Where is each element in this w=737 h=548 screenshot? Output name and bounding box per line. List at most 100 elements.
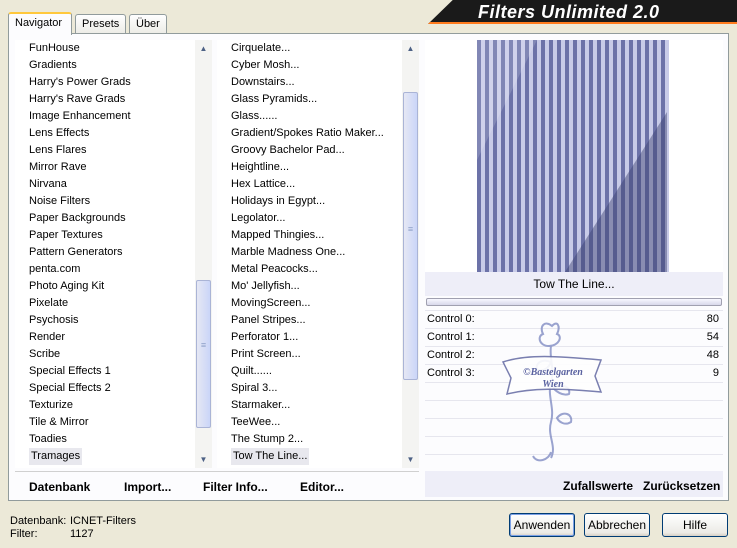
cancel-button-label: Abbrechen (587, 518, 647, 532)
filter-item[interactable]: Tow The Line... (231, 448, 399, 465)
control-value: 80 (706, 313, 719, 325)
filter-item[interactable]: Holidays in Egypt... (231, 193, 399, 210)
filter-item-label: Tow The Line... (231, 448, 310, 465)
filter-item[interactable]: MovingScreen... (231, 295, 399, 312)
category-item-label: Pixelate (29, 297, 69, 309)
reset-link[interactable]: Zurücksetzen (643, 479, 720, 493)
apply-button[interactable]: Anwenden (509, 513, 575, 537)
filter-count-value: 1127 (70, 528, 94, 540)
filter-item-label: Downstairs... (231, 76, 295, 88)
tab-presets[interactable]: Presets (75, 14, 126, 34)
category-item[interactable]: Nirvana (29, 176, 192, 193)
category-item-label: Paper Textures (29, 229, 103, 241)
filter-item[interactable]: Downstairs... (231, 74, 399, 91)
filter-item[interactable]: Glass...... (231, 108, 399, 125)
scroll-up-icon[interactable]: ▲ (402, 40, 419, 57)
category-item[interactable]: Photo Aging Kit (29, 278, 192, 295)
category-item[interactable]: Lens Effects (29, 125, 192, 142)
filter-name-text: Tow The Line... (533, 277, 615, 291)
filter-item[interactable]: Starmaker... (231, 397, 399, 414)
category-item-label: Gradients (29, 59, 77, 71)
category-item[interactable]: FunHouse (29, 40, 192, 57)
filter-item[interactable]: Spiral 3... (231, 380, 399, 397)
category-scrollbar[interactable]: ▲ ≡ ▼ (195, 40, 212, 468)
category-item[interactable]: Harry's Power Grads (29, 74, 192, 91)
category-item[interactable]: Paper Backgrounds (29, 210, 192, 227)
category-item[interactable]: Pattern Generators (29, 244, 192, 261)
category-item[interactable]: Psychosis (29, 312, 192, 329)
control-row[interactable]: Control 1: 54 (425, 328, 723, 346)
control-row[interactable]: Control 2: 48 (425, 346, 723, 364)
category-item[interactable]: Harry's Rave Grads (29, 91, 192, 108)
category-item[interactable]: Tile & Mirror (29, 414, 192, 431)
category-item-label: Image Enhancement (29, 110, 131, 122)
filter-item[interactable]: Panel Stripes... (231, 312, 399, 329)
category-item[interactable]: Texturize (29, 397, 192, 414)
scroll-up-icon[interactable]: ▲ (195, 40, 212, 57)
filter-item[interactable]: Groovy Bachelor Pad... (231, 142, 399, 159)
category-item[interactable]: Special Effects 1 (29, 363, 192, 380)
scroll-thumb[interactable]: ≡ (403, 92, 418, 380)
datenbank-link[interactable]: Datenbank (29, 480, 90, 494)
category-item[interactable]: Render (29, 329, 192, 346)
category-item[interactable]: Pixelate (29, 295, 192, 312)
filter-item[interactable]: Metal Peacocks... (231, 261, 399, 278)
category-item[interactable]: Noise Filters (29, 193, 192, 210)
filter-list[interactable]: Cirquelate... Cyber Mosh... Downstairs... G… (217, 40, 419, 468)
category-item[interactable]: Paper Textures (29, 227, 192, 244)
editor-link[interactable]: Editor... (300, 480, 344, 494)
filter-item[interactable]: Legolator... (231, 210, 399, 227)
status-area: Datenbank: ICNET-Filters Filter: 1127 (10, 515, 136, 541)
db-label: Datenbank: (10, 515, 67, 527)
filter-item[interactable]: Print Screen... (231, 346, 399, 363)
filter-item-label: Cyber Mosh... (231, 59, 300, 71)
control-row[interactable]: Control 3: 9 (425, 364, 723, 382)
filter-item[interactable]: Mo' Jellyfish... (231, 278, 399, 295)
category-item-label: Noise Filters (29, 195, 91, 207)
tab-presets-label: Presets (82, 18, 120, 30)
cancel-button[interactable]: Abbrechen (584, 513, 650, 537)
control-slider[interactable] (426, 298, 722, 306)
filter-item-label: MovingScreen... (231, 297, 311, 309)
filter-info-link[interactable]: Filter Info... (203, 480, 268, 494)
control-row[interactable]: Control 0: 80 (425, 310, 723, 328)
category-item[interactable]: Gradients (29, 57, 192, 74)
filter-item[interactable]: Cyber Mosh... (231, 57, 399, 74)
control-label: Control 2: (427, 349, 475, 361)
category-item-label: Tile & Mirror (29, 416, 89, 428)
filter-item[interactable]: Gradient/Spokes Ratio Maker... (231, 125, 399, 142)
category-item[interactable]: Special Effects 2 (29, 380, 192, 397)
filter-item[interactable]: Cirquelate... (231, 40, 399, 57)
filter-scrollbar[interactable]: ▲ ≡ ▼ (402, 40, 419, 468)
category-item-label: Harry's Rave Grads (29, 93, 126, 105)
filter-item[interactable]: TeeWee... (231, 414, 399, 431)
filter-item[interactable]: The Stump 2... (231, 431, 399, 448)
filter-count-label: Filter: (10, 528, 38, 540)
filter-item[interactable]: Quilt...... (231, 363, 399, 380)
db-value: ICNET-Filters (70, 515, 136, 527)
category-item[interactable]: penta.com (29, 261, 192, 278)
import-link[interactable]: Import... (124, 480, 171, 494)
scroll-thumb[interactable]: ≡ (196, 280, 211, 428)
help-button[interactable]: Hilfe (662, 513, 728, 537)
category-item[interactable]: Scribe (29, 346, 192, 363)
navigator-panel: FunHouse Gradients Harry's Power Grads Harr… (8, 33, 729, 501)
category-list[interactable]: FunHouse Gradients Harry's Power Grads Harr… (15, 40, 212, 468)
category-item-label: Tramages (29, 448, 83, 465)
filter-item[interactable]: Perforator 1... (231, 329, 399, 346)
filter-item[interactable]: Heightline... (231, 159, 399, 176)
filter-item[interactable]: Hex Lattice... (231, 176, 399, 193)
tab-uber[interactable]: Über (129, 14, 167, 34)
filter-item[interactable]: Marble Madness One... (231, 244, 399, 261)
scroll-down-icon[interactable]: ▼ (195, 451, 212, 468)
category-item[interactable]: Toadies (29, 431, 192, 448)
category-item[interactable]: Tramages (29, 448, 192, 465)
tab-navigator[interactable]: Navigator (8, 12, 72, 35)
category-item[interactable]: Image Enhancement (29, 108, 192, 125)
category-item[interactable]: Mirror Rave (29, 159, 192, 176)
random-values-link[interactable]: Zufallswerte (563, 479, 633, 493)
category-item[interactable]: Lens Flares (29, 142, 192, 159)
filter-item[interactable]: Glass Pyramids... (231, 91, 399, 108)
scroll-down-icon[interactable]: ▼ (402, 451, 419, 468)
filter-item[interactable]: Mapped Thingies... (231, 227, 399, 244)
